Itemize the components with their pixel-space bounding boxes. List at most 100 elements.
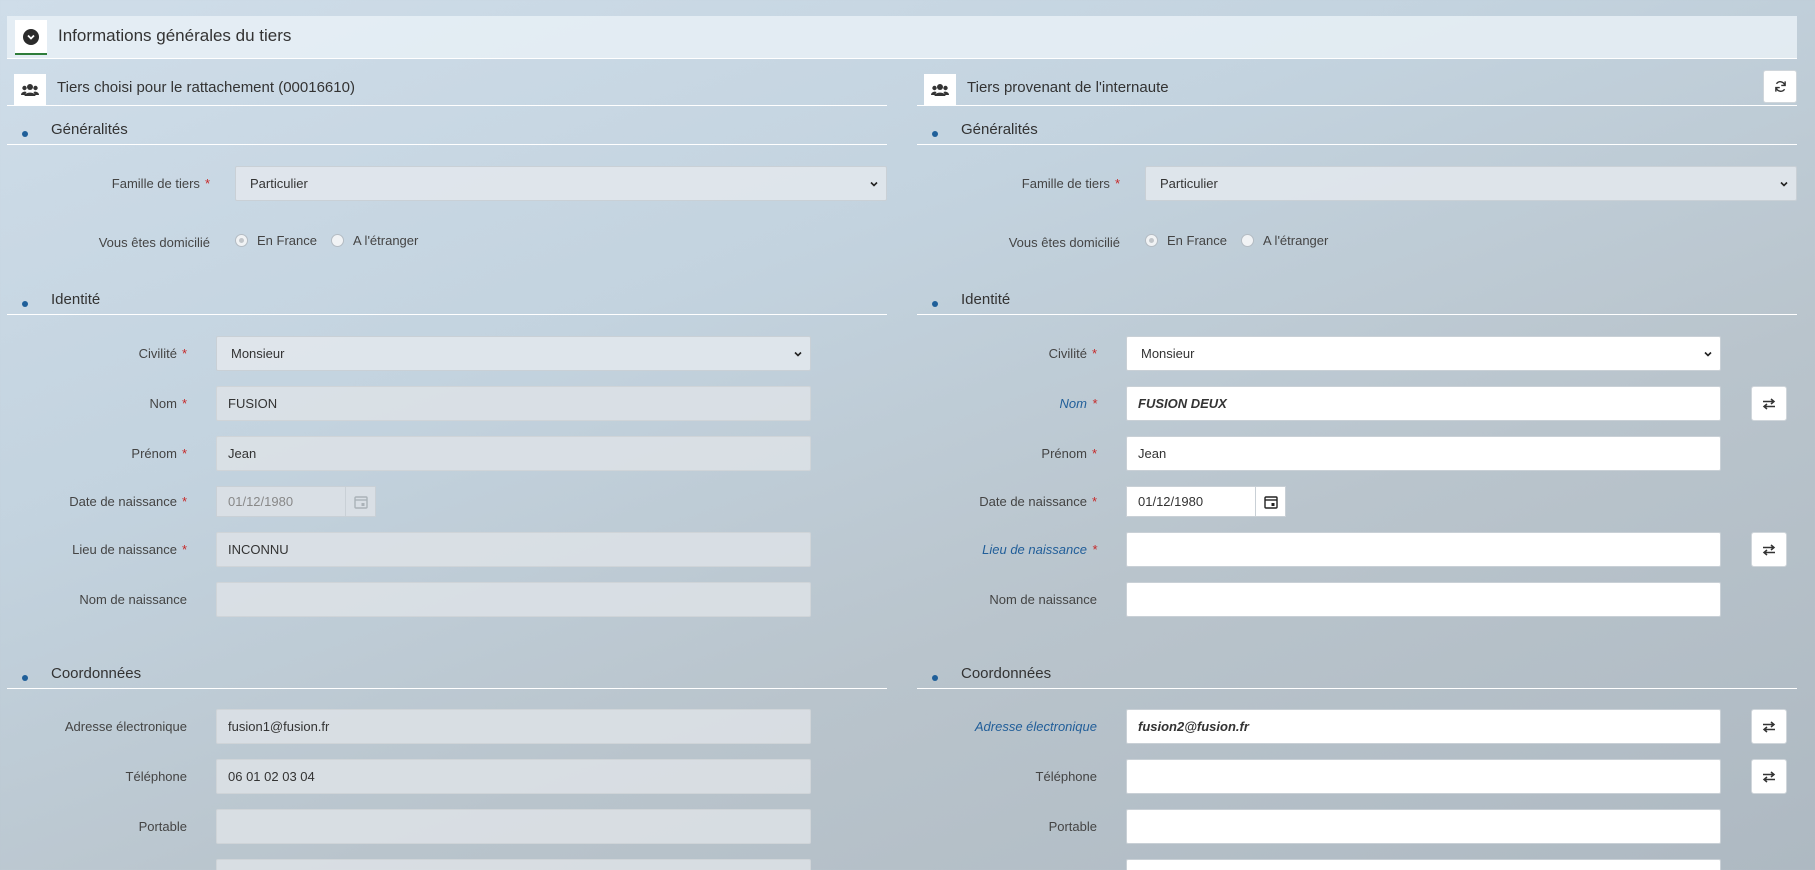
next-row — [917, 859, 1797, 870]
left-panel-header: Tiers choisi pour le rattachement (00016… — [7, 70, 887, 106]
date-naissance-label: Date de naissance * — [69, 494, 187, 509]
section-bullet-icon — [932, 675, 938, 681]
main-section-title: Informations générales du tiers — [58, 26, 292, 45]
nom-naissance-field[interactable] — [1126, 582, 1721, 617]
radio-label-etranger: A l'étranger — [352, 233, 419, 248]
nom-field[interactable]: FUSION — [216, 386, 811, 421]
telephone-field[interactable]: 06 01 02 03 04 — [216, 759, 811, 794]
email-field[interactable]: fusion1@fusion.fr — [216, 709, 811, 744]
nom-naissance-field[interactable] — [216, 582, 811, 617]
swap-telephone-button[interactable] — [1751, 759, 1787, 794]
refresh-button[interactable] — [1763, 70, 1797, 103]
civilite-label: Civilité * — [1048, 346, 1097, 361]
portable-field[interactable] — [216, 809, 811, 844]
date-naissance-label: Date de naissance * — [979, 494, 1097, 509]
nom-naissance-label: Nom de naissance — [79, 592, 187, 607]
next-field[interactable] — [216, 859, 811, 870]
famille-select[interactable]: Particulier — [1145, 166, 1797, 201]
swap-lieu-naissance-button[interactable] — [1751, 532, 1787, 567]
radio-label-france: En France — [257, 233, 317, 248]
famille-label: Famille de tiers * — [1021, 176, 1120, 191]
nom-naissance-row: Nom de naissance — [7, 582, 887, 618]
portable-label: Portable — [138, 819, 187, 834]
chevron-down-icon — [1704, 351, 1712, 357]
radio-etranger[interactable] — [1240, 234, 1254, 247]
telephone-field[interactable] — [1126, 759, 1721, 794]
swap-email-button[interactable] — [1751, 709, 1787, 744]
section-toggle-button[interactable] — [15, 20, 47, 55]
section-bullet-icon — [22, 131, 28, 137]
swap-nom-button[interactable] — [1751, 386, 1787, 421]
radio-en-france[interactable] — [1145, 234, 1158, 247]
section-title: Généralités — [51, 121, 128, 138]
section-title: Généralités — [961, 121, 1038, 138]
civilite-row: Civilité * Monsieur — [917, 336, 1797, 372]
radio-label-france: En France — [1167, 233, 1227, 248]
swap-arrows-icon — [1762, 770, 1776, 783]
email-row: Adresse électronique fusion1@fusion.fr — [7, 709, 887, 745]
next-field[interactable] — [1126, 859, 1721, 870]
date-naissance-input[interactable]: 01/12/1980 — [216, 486, 346, 517]
section-title: Coordonnées — [51, 665, 142, 682]
telephone-row: Téléphone — [917, 759, 1797, 795]
section-identite: Identité — [7, 284, 887, 315]
section-identite: Identité — [917, 284, 1797, 315]
date-naissance-input[interactable]: 01/12/1980 — [1126, 486, 1256, 517]
nom-row: Nom * FUSION DEUX — [917, 386, 1797, 422]
prenom-row: Prénom * Jean — [7, 436, 887, 472]
refresh-icon — [1774, 81, 1786, 92]
lieu-naissance-row: Lieu de naissance * INCONNU — [7, 532, 887, 568]
prenom-field[interactable]: Jean — [1126, 436, 1721, 471]
right-panel-header: Tiers provenant de l'internaute — [917, 70, 1797, 106]
chevron-down-icon — [794, 351, 802, 357]
radio-en-france[interactable] — [235, 234, 248, 247]
calendar-icon — [1263, 495, 1278, 509]
nom-label: Nom * — [149, 396, 187, 411]
portable-field[interactable] — [1126, 809, 1721, 844]
nom-row: Nom * FUSION — [7, 386, 887, 422]
calendar-button[interactable] — [345, 486, 376, 517]
date-naissance-row: Date de naissance * 01/12/1980 — [917, 486, 1797, 522]
calendar-icon — [353, 495, 368, 509]
calendar-button[interactable] — [1255, 486, 1286, 517]
famille-select[interactable]: Particulier — [235, 166, 887, 201]
civilite-row: Civilité * Monsieur — [7, 336, 887, 372]
section-bullet-icon — [22, 675, 28, 681]
email-label: Adresse électronique — [974, 719, 1097, 734]
domicile-row: Vous êtes domicilié En France A l'étrang… — [7, 225, 887, 261]
email-field[interactable]: fusion2@fusion.fr — [1126, 709, 1721, 744]
famille-label: Famille de tiers * — [111, 176, 210, 191]
radio-etranger[interactable] — [330, 234, 344, 247]
users-icon — [14, 74, 46, 105]
prenom-field[interactable]: Jean — [216, 436, 811, 471]
portable-row: Portable — [7, 809, 887, 845]
chevron-down-circle-icon — [23, 28, 39, 45]
date-naissance-picker: 01/12/1980 — [1126, 486, 1286, 517]
right-panel-title: Tiers provenant de l'internaute — [967, 79, 1169, 96]
lieu-naissance-label: Lieu de naissance * — [72, 542, 187, 557]
civilite-label: Civilité * — [138, 346, 187, 361]
lieu-naissance-field[interactable] — [1126, 532, 1721, 567]
nom-naissance-row: Nom de naissance — [917, 582, 1797, 618]
domicile-row: Vous êtes domicilié En France A l'étrang… — [917, 225, 1797, 261]
nom-naissance-label: Nom de naissance — [989, 592, 1097, 607]
section-title: Identité — [51, 291, 101, 308]
domicile-label: Vous êtes domicilié — [98, 235, 210, 250]
portable-label: Portable — [1048, 819, 1097, 834]
radio-label-etranger: A l'étranger — [1262, 233, 1329, 248]
telephone-label: Téléphone — [1035, 769, 1097, 784]
nom-field[interactable]: FUSION DEUX — [1126, 386, 1721, 421]
prenom-label: Prénom * — [131, 446, 187, 461]
users-icon — [924, 74, 956, 105]
civilite-select[interactable]: Monsieur — [1126, 336, 1721, 371]
domicile-label: Vous êtes domicilié — [1008, 235, 1120, 250]
chevron-down-icon — [1780, 181, 1788, 187]
swap-arrows-icon — [1762, 720, 1776, 733]
telephone-row: Téléphone 06 01 02 03 04 — [7, 759, 887, 795]
civilite-select[interactable]: Monsieur — [216, 336, 811, 371]
section-bullet-icon — [22, 301, 28, 307]
lieu-naissance-field[interactable]: INCONNU — [216, 532, 811, 567]
section-title: Coordonnées — [961, 665, 1052, 682]
domicile-radio-group: En France A l'étranger — [235, 233, 432, 248]
lieu-naissance-row: Lieu de naissance * — [917, 532, 1797, 568]
